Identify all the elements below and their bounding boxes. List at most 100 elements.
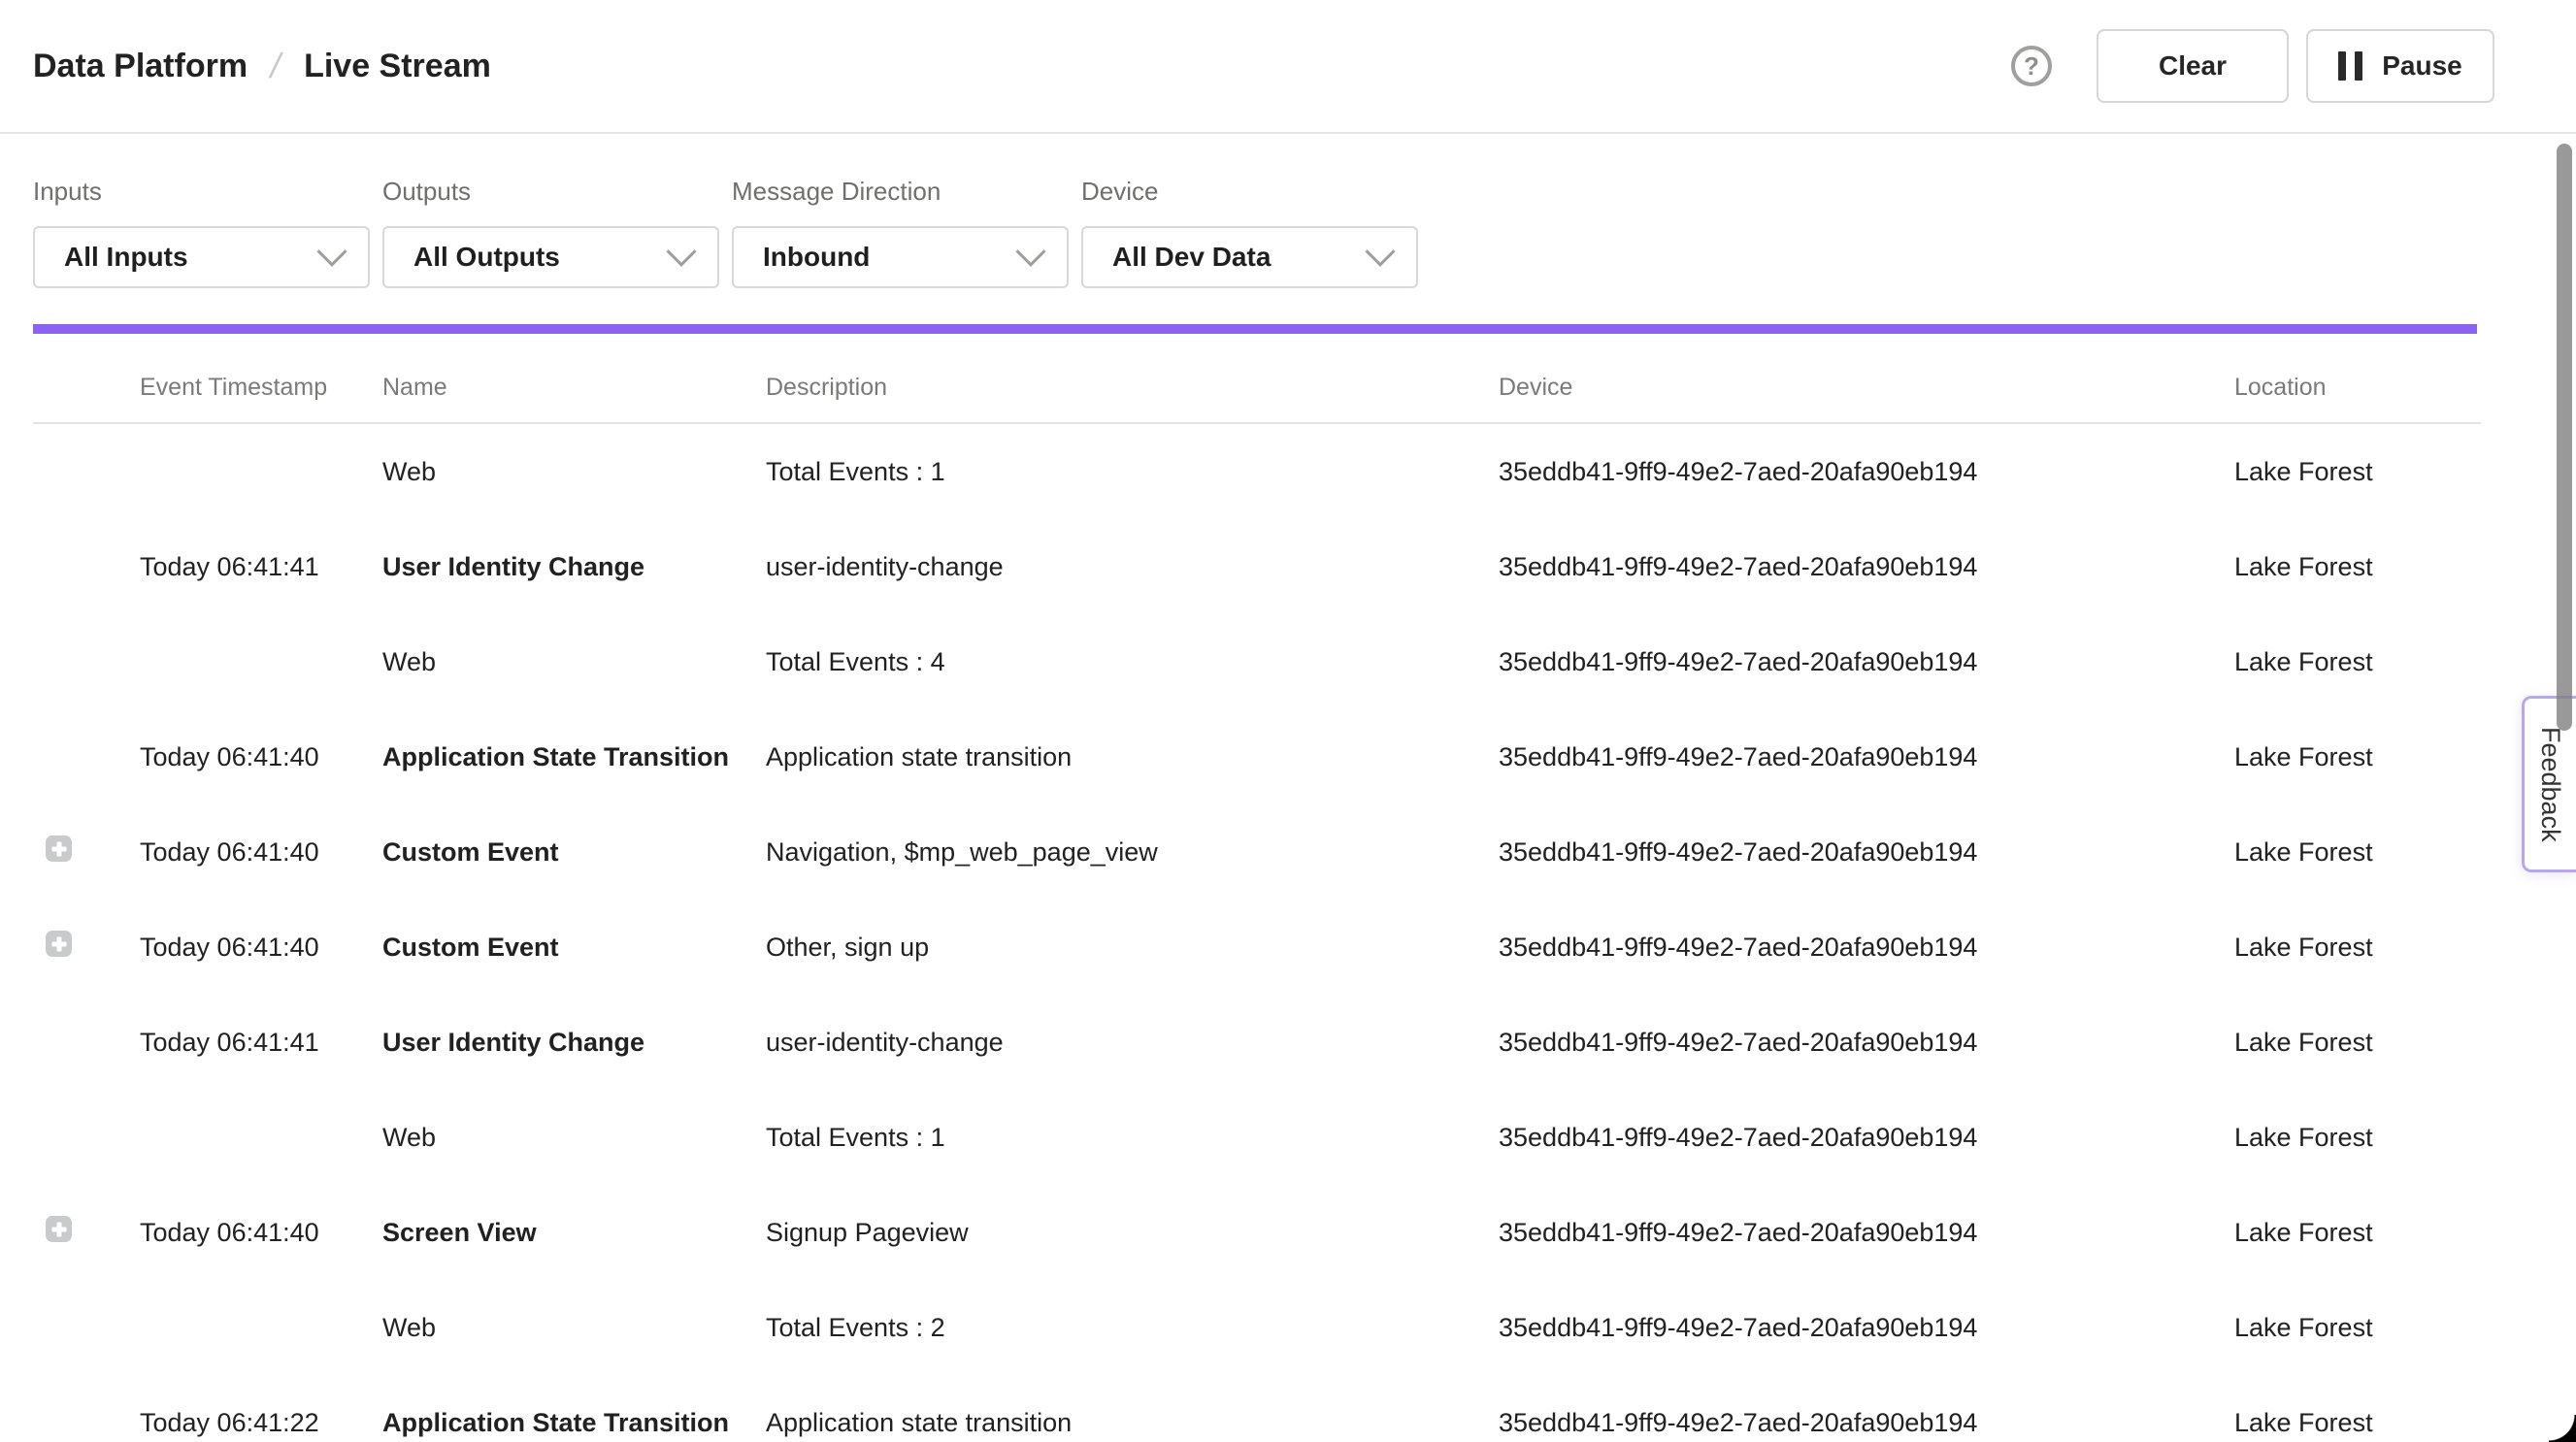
cell-description: Other, sign up	[766, 933, 1499, 963]
filter-label: Outputs	[382, 177, 719, 207]
pause-button-label: Pause	[2382, 50, 2462, 82]
filter-device: Device All Dev Data	[1081, 177, 1418, 288]
cell-timestamp: Today 06:41:40	[140, 1218, 382, 1248]
table-row[interactable]: Today 06:41:22 Application State Transit…	[33, 1375, 2481, 1442]
outputs-dropdown[interactable]: All Outputs	[382, 226, 719, 288]
cell-timestamp: Today 06:41:40	[140, 837, 382, 868]
device-dropdown[interactable]: All Dev Data	[1081, 226, 1418, 288]
cell-location: Lake Forest	[2234, 647, 2481, 677]
help-icon[interactable]: ?	[2011, 46, 2052, 86]
cell-device: 35eddb41-9ff9-49e2-7aed-20afa90eb194	[1499, 1218, 2234, 1248]
cell-name: Custom Event	[382, 933, 766, 963]
cell-name: Screen View	[382, 1218, 766, 1248]
vertical-scrollbar-thumb[interactable]	[2557, 144, 2572, 731]
event-table-body: Web Total Events : 1 35eddb41-9ff9-49e2-…	[33, 424, 2481, 1442]
live-stream-progress-bar	[33, 324, 2477, 334]
cell-location: Lake Forest	[2234, 1123, 2481, 1153]
cell-location: Lake Forest	[2234, 1313, 2481, 1343]
cell-location: Lake Forest	[2234, 1028, 2481, 1058]
cell-device: 35eddb41-9ff9-49e2-7aed-20afa90eb194	[1499, 552, 2234, 582]
cell-name: Web	[382, 647, 766, 677]
event-table: Event Timestamp Name Description Device …	[33, 334, 2481, 1442]
cell-timestamp: Today 06:41:40	[140, 742, 382, 772]
table-row[interactable]: Today 06:41:40 Application State Transit…	[33, 709, 2481, 804]
cell-location: Lake Forest	[2234, 1218, 2481, 1248]
page-title: Live Stream	[304, 48, 491, 85]
cell-device: 35eddb41-9ff9-49e2-7aed-20afa90eb194	[1499, 837, 2234, 868]
table-row[interactable]: Web Total Events : 1 35eddb41-9ff9-49e2-…	[33, 424, 2481, 519]
filter-label: Device	[1081, 177, 1418, 207]
pause-button[interactable]: Pause	[2306, 29, 2494, 103]
chevron-down-icon	[666, 237, 696, 267]
cell-name: Web	[382, 457, 766, 487]
message-direction-dropdown[interactable]: Inbound	[732, 226, 1069, 288]
clear-button-label: Clear	[2159, 50, 2227, 82]
cell-location: Lake Forest	[2234, 742, 2481, 772]
chevron-down-icon	[1365, 237, 1395, 267]
cell-location: Lake Forest	[2234, 933, 2481, 963]
chevron-down-icon	[1015, 237, 1045, 267]
filter-label: Inputs	[33, 177, 370, 207]
cell-description: user-identity-change	[766, 552, 1499, 582]
cell-description: Navigation, $mp_web_page_view	[766, 837, 1499, 868]
column-location: Location	[2234, 374, 2481, 402]
table-row[interactable]: Today 06:41:40 Custom Event Navigation, …	[33, 804, 2481, 900]
cell-timestamp: Today 06:41:41	[140, 1028, 382, 1058]
table-row[interactable]: Web Total Events : 1 35eddb41-9ff9-49e2-…	[33, 1090, 2481, 1185]
cell-location: Lake Forest	[2234, 837, 2481, 868]
table-row[interactable]: Web Total Events : 4 35eddb41-9ff9-49e2-…	[33, 614, 2481, 709]
cell-device: 35eddb41-9ff9-49e2-7aed-20afa90eb194	[1499, 1408, 2234, 1438]
cell-description: Total Events : 1	[766, 457, 1499, 487]
clear-button[interactable]: Clear	[2097, 29, 2289, 103]
column-name: Name	[382, 374, 766, 402]
column-device: Device	[1499, 374, 2234, 402]
cell-timestamp: Today 06:41:40	[140, 933, 382, 963]
cell-description: Total Events : 2	[766, 1313, 1499, 1343]
feedback-tab-label: Feedback	[2535, 727, 2565, 842]
expand-button[interactable]	[46, 836, 72, 862]
cell-description: Total Events : 1	[766, 1123, 1499, 1153]
cell-name: Application State Transition	[382, 742, 766, 772]
inputs-dropdown[interactable]: All Inputs	[33, 226, 370, 288]
cell-device: 35eddb41-9ff9-49e2-7aed-20afa90eb194	[1499, 1123, 2234, 1153]
cell-description: Application state transition	[766, 1408, 1499, 1438]
table-header-row: Event Timestamp Name Description Device …	[33, 334, 2481, 424]
cell-name: User Identity Change	[382, 552, 766, 582]
top-actions: ? Clear Pause	[2011, 29, 2494, 103]
table-row[interactable]: Today 06:41:40 Screen View Signup Pagevi…	[33, 1185, 2481, 1280]
top-bar: Data Platform / Live Stream ? Clear Paus…	[0, 0, 2576, 134]
breadcrumb-section[interactable]: Data Platform	[33, 48, 248, 85]
cell-location: Lake Forest	[2234, 552, 2481, 582]
filter-message-direction: Message Direction Inbound	[732, 177, 1069, 288]
cell-description: Signup Pageview	[766, 1218, 1499, 1248]
cell-device: 35eddb41-9ff9-49e2-7aed-20afa90eb194	[1499, 742, 2234, 772]
cell-description: Application state transition	[766, 742, 1499, 772]
dropdown-value: Inbound	[763, 242, 870, 273]
breadcrumb: Data Platform / Live Stream	[33, 46, 491, 86]
filter-outputs: Outputs All Outputs	[382, 177, 719, 288]
cell-device: 35eddb41-9ff9-49e2-7aed-20afa90eb194	[1499, 933, 2234, 963]
cell-description: user-identity-change	[766, 1028, 1499, 1058]
table-row[interactable]: Today 06:41:41 User Identity Change user…	[33, 995, 2481, 1090]
cell-description: Total Events : 4	[766, 647, 1499, 677]
cell-name: Custom Event	[382, 837, 766, 868]
expand-button[interactable]	[46, 1216, 72, 1242]
cell-name: Web	[382, 1123, 766, 1153]
expand-button[interactable]	[46, 931, 72, 957]
cell-name: User Identity Change	[382, 1028, 766, 1058]
cell-device: 35eddb41-9ff9-49e2-7aed-20afa90eb194	[1499, 1028, 2234, 1058]
column-description: Description	[766, 374, 1499, 402]
dropdown-value: All Inputs	[64, 242, 188, 273]
table-row[interactable]: Web Total Events : 2 35eddb41-9ff9-49e2-…	[33, 1280, 2481, 1375]
column-event-timestamp: Event Timestamp	[140, 374, 382, 402]
window-corner	[2549, 1415, 2576, 1442]
cell-device: 35eddb41-9ff9-49e2-7aed-20afa90eb194	[1499, 647, 2234, 677]
pause-icon	[2338, 51, 2362, 81]
cell-timestamp: Today 06:41:41	[140, 552, 382, 582]
filter-label: Message Direction	[732, 177, 1069, 207]
table-row[interactable]: Today 06:41:40 Custom Event Other, sign …	[33, 900, 2481, 995]
breadcrumb-separator: /	[267, 46, 285, 86]
cell-device: 35eddb41-9ff9-49e2-7aed-20afa90eb194	[1499, 1313, 2234, 1343]
table-row[interactable]: Today 06:41:41 User Identity Change user…	[33, 519, 2481, 614]
cell-name: Web	[382, 1313, 766, 1343]
